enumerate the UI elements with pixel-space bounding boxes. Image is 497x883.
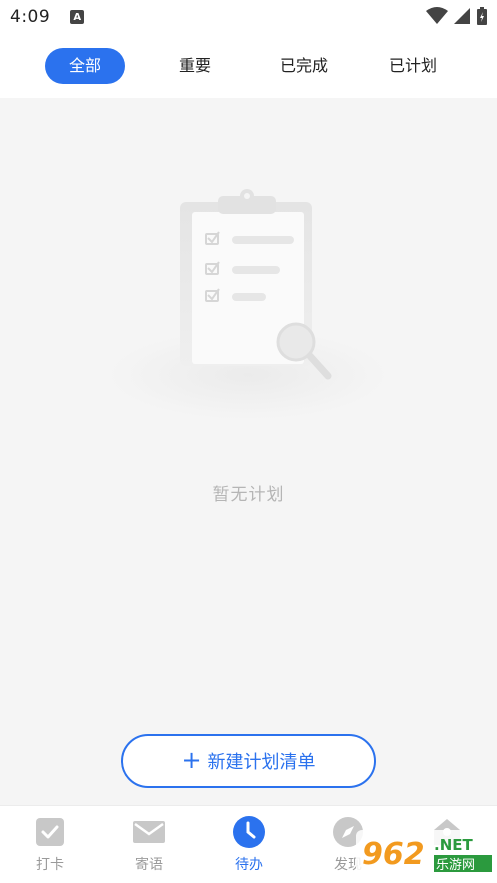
svg-text:962: 962 <box>362 837 425 872</box>
tab-all[interactable]: 全部 <box>45 48 125 84</box>
envelope-icon <box>133 816 165 848</box>
status-bar: 4:09 A <box>0 0 497 34</box>
tab-completed[interactable]: 已完成 <box>263 48 345 84</box>
tab-important[interactable]: 重要 <box>155 48 235 84</box>
empty-message: 暂无计划 <box>212 485 285 505</box>
battery-icon <box>477 7 487 25</box>
clock-icon <box>233 816 265 848</box>
svg-text:.NET: .NET <box>434 836 473 854</box>
nav-item-todo[interactable]: 待办 <box>209 816 289 874</box>
signal-icon <box>454 8 470 24</box>
nav-label-message: 寄语 <box>135 857 163 873</box>
checkbox-icon <box>34 816 66 848</box>
status-time: 4:09 <box>10 7 51 27</box>
a-letter-icon: A <box>70 10 85 24</box>
wifi-icon <box>426 7 448 24</box>
nav-label-todo: 待办 <box>235 857 263 873</box>
nav-item-checkin[interactable]: 打卡 <box>10 816 90 874</box>
plus-icon: + <box>181 746 202 774</box>
filter-tabs: 全部 重要 已完成 已计划 <box>0 34 497 98</box>
site-watermark-logo: 962 .NET 乐游网 <box>356 830 497 876</box>
app-screen: 4:09 A 全部 重要 已完成 已计划 暂无计划 + 新建计划清单 打卡 寄语… <box>0 0 497 883</box>
svg-text:乐游网: 乐游网 <box>436 858 475 873</box>
tab-planned[interactable]: 已计划 <box>372 48 454 84</box>
status-icons <box>426 7 487 25</box>
nav-label-checkin: 打卡 <box>36 857 64 873</box>
nav-item-message[interactable]: 寄语 <box>109 816 189 874</box>
clipboard-checklist-icon <box>108 189 388 420</box>
create-plan-list-button[interactable]: + 新建计划清单 <box>121 734 376 788</box>
create-button-label: 新建计划清单 <box>207 752 316 773</box>
